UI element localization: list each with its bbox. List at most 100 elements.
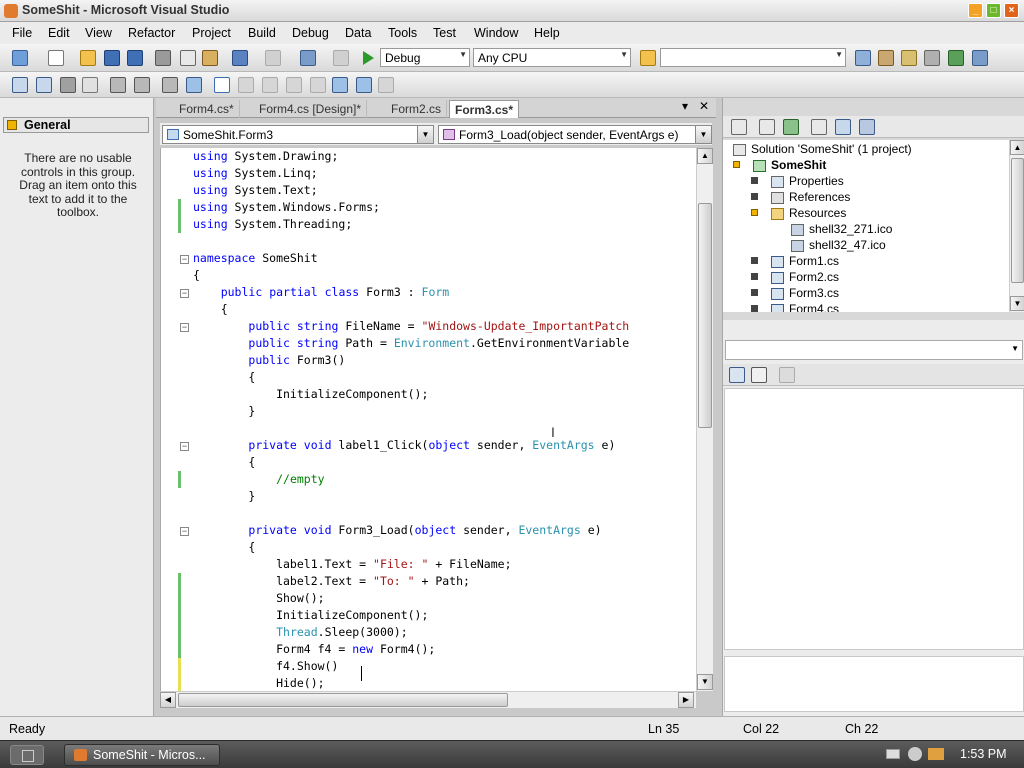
find-combo[interactable]: ▼ bbox=[660, 48, 846, 67]
editor-horizontal-scrollbar[interactable]: ◀ ▶ bbox=[160, 691, 696, 708]
tree-item-project[interactable]: SomeShit bbox=[753, 157, 826, 173]
display-object-member-list-icon[interactable] bbox=[12, 77, 28, 93]
next-bookmark-icon[interactable] bbox=[262, 77, 278, 93]
alphabetical-icon[interactable] bbox=[751, 367, 767, 383]
menu-test[interactable]: Test bbox=[433, 26, 456, 40]
expand-node-icon[interactable] bbox=[751, 257, 758, 264]
expand-node-icon[interactable] bbox=[751, 177, 758, 184]
view-class-diagram-icon[interactable] bbox=[859, 119, 875, 135]
open-file-icon[interactable] bbox=[80, 50, 96, 66]
view-code-icon[interactable] bbox=[811, 119, 827, 135]
tree-item-form4[interactable]: Form4.cs bbox=[771, 301, 839, 312]
expand-node-icon[interactable] bbox=[751, 305, 758, 312]
refresh-icon[interactable] bbox=[783, 119, 799, 135]
start-button[interactable] bbox=[10, 745, 44, 765]
tab-form4-cs[interactable]: Form4.cs* bbox=[174, 100, 240, 118]
tree-item-form2[interactable]: Form2.cs bbox=[771, 269, 839, 285]
taskbar-window-button[interactable]: SomeShit - Micros... bbox=[64, 744, 220, 766]
other-windows-icon[interactable] bbox=[972, 50, 988, 66]
navigate-forward-icon[interactable] bbox=[333, 50, 349, 66]
collapse-region-icon[interactable]: − bbox=[180, 527, 189, 536]
title-bar[interactable]: SomeShit - Microsoft Visual Studio _ □ × bbox=[0, 0, 1024, 22]
menu-window[interactable]: Window bbox=[474, 26, 518, 40]
collapse-region-icon[interactable]: − bbox=[180, 289, 189, 298]
copy-icon[interactable] bbox=[180, 50, 196, 66]
expand-node-icon[interactable] bbox=[751, 289, 758, 296]
start-page-icon[interactable] bbox=[948, 50, 964, 66]
new-project-icon[interactable] bbox=[12, 50, 28, 66]
properties-icon[interactable] bbox=[731, 119, 747, 135]
previous-bookmark-icon[interactable] bbox=[238, 77, 254, 93]
tray-expand-icon[interactable] bbox=[908, 747, 922, 761]
menu-edit[interactable]: Edit bbox=[48, 26, 70, 40]
code-editor[interactable]: − − − − − using System.Drawing; using Sys… bbox=[160, 148, 696, 691]
collapse-region-icon[interactable]: − bbox=[180, 255, 189, 264]
properties-window-icon[interactable] bbox=[878, 50, 894, 66]
solution-explorer-scrollbar[interactable]: ▲ ▼ bbox=[1009, 140, 1024, 312]
members-combo[interactable]: Form3_Load(object sender, EventArgs e) ▼ bbox=[438, 125, 712, 144]
next-bookmark-in-document-icon[interactable] bbox=[356, 77, 372, 93]
next-bookmark-in-folder-icon[interactable] bbox=[310, 77, 326, 93]
active-files-dropdown-icon[interactable]: ▾ bbox=[682, 99, 688, 113]
tree-item-form1[interactable]: Form1.cs bbox=[771, 253, 839, 269]
collapse-node-icon[interactable] bbox=[751, 209, 758, 216]
types-combo[interactable]: SomeShit.Form3 ▼ bbox=[162, 125, 434, 144]
toolbox-group-header[interactable]: General bbox=[3, 117, 149, 133]
cut-icon[interactable] bbox=[155, 50, 171, 66]
tab-form3-cs[interactable]: Form3.cs* bbox=[449, 100, 520, 118]
view-designer-icon[interactable] bbox=[835, 119, 851, 135]
tree-item-form3[interactable]: Form3.cs bbox=[771, 285, 839, 301]
decrease-indent-icon[interactable] bbox=[110, 77, 126, 93]
scroll-thumb[interactable] bbox=[698, 203, 712, 428]
properties-grid[interactable] bbox=[724, 388, 1024, 650]
toolbox-icon[interactable] bbox=[924, 50, 940, 66]
find-in-files-icon[interactable] bbox=[640, 50, 656, 66]
tab-form2-cs[interactable]: Form2.cs bbox=[386, 100, 448, 118]
previous-bookmark-in-document-icon[interactable] bbox=[332, 77, 348, 93]
network-icon[interactable] bbox=[928, 748, 944, 760]
menu-help[interactable]: Help bbox=[534, 26, 560, 40]
menu-view[interactable]: View bbox=[85, 26, 112, 40]
object-browser-icon[interactable] bbox=[901, 50, 917, 66]
scroll-up-icon[interactable]: ▲ bbox=[697, 148, 713, 164]
save-icon[interactable] bbox=[104, 50, 120, 66]
clock[interactable]: 1:53 PM bbox=[960, 747, 1007, 761]
scroll-right-icon[interactable]: ▶ bbox=[678, 692, 694, 708]
scroll-thumb[interactable] bbox=[1011, 158, 1024, 283]
keyboard-icon[interactable] bbox=[886, 749, 900, 759]
tree-item-resource-file[interactable]: shell32_47.ico bbox=[791, 237, 886, 253]
tree-item-resources[interactable]: Resources bbox=[771, 205, 846, 221]
expand-node-icon[interactable] bbox=[751, 193, 758, 200]
show-all-files-icon[interactable] bbox=[759, 119, 775, 135]
toggle-bookmark-icon[interactable] bbox=[214, 77, 230, 93]
menu-project[interactable]: Project bbox=[192, 26, 231, 40]
complete-word-icon[interactable] bbox=[82, 77, 98, 93]
redo-icon[interactable] bbox=[265, 50, 281, 66]
menu-refactor[interactable]: Refactor bbox=[128, 26, 175, 40]
tab-form4-design[interactable]: Form4.cs [Design]* bbox=[254, 100, 368, 118]
uncomment-icon[interactable] bbox=[186, 77, 202, 93]
tree-item-solution[interactable]: Solution 'SomeShit' (1 project) bbox=[733, 141, 912, 157]
menu-file[interactable]: File bbox=[12, 26, 32, 40]
tree-item-references[interactable]: References bbox=[771, 189, 850, 205]
scroll-up-icon[interactable]: ▲ bbox=[1010, 140, 1024, 155]
solution-explorer-icon[interactable] bbox=[855, 50, 871, 66]
save-all-icon[interactable] bbox=[127, 50, 143, 66]
minimize-button[interactable]: _ bbox=[968, 3, 983, 18]
start-debugging-icon[interactable] bbox=[363, 51, 374, 65]
paste-icon[interactable] bbox=[202, 50, 218, 66]
increase-indent-icon[interactable] bbox=[134, 77, 150, 93]
close-button[interactable]: × bbox=[1004, 3, 1019, 18]
scroll-down-icon[interactable]: ▼ bbox=[1010, 296, 1024, 311]
close-document-icon[interactable]: ✕ bbox=[699, 99, 709, 113]
clear-bookmarks-icon[interactable] bbox=[378, 77, 394, 93]
tree-item-properties[interactable]: Properties bbox=[771, 173, 844, 189]
undo-icon[interactable] bbox=[232, 50, 248, 66]
scroll-down-icon[interactable]: ▼ bbox=[697, 674, 713, 690]
categorized-icon[interactable] bbox=[729, 367, 745, 383]
platform-select[interactable]: Any CPU ▼ bbox=[473, 48, 631, 67]
menu-debug[interactable]: Debug bbox=[292, 26, 329, 40]
menu-build[interactable]: Build bbox=[248, 26, 276, 40]
editor-vertical-scrollbar[interactable]: ▲ ▼ bbox=[696, 148, 713, 691]
property-pages-icon[interactable] bbox=[779, 367, 795, 383]
